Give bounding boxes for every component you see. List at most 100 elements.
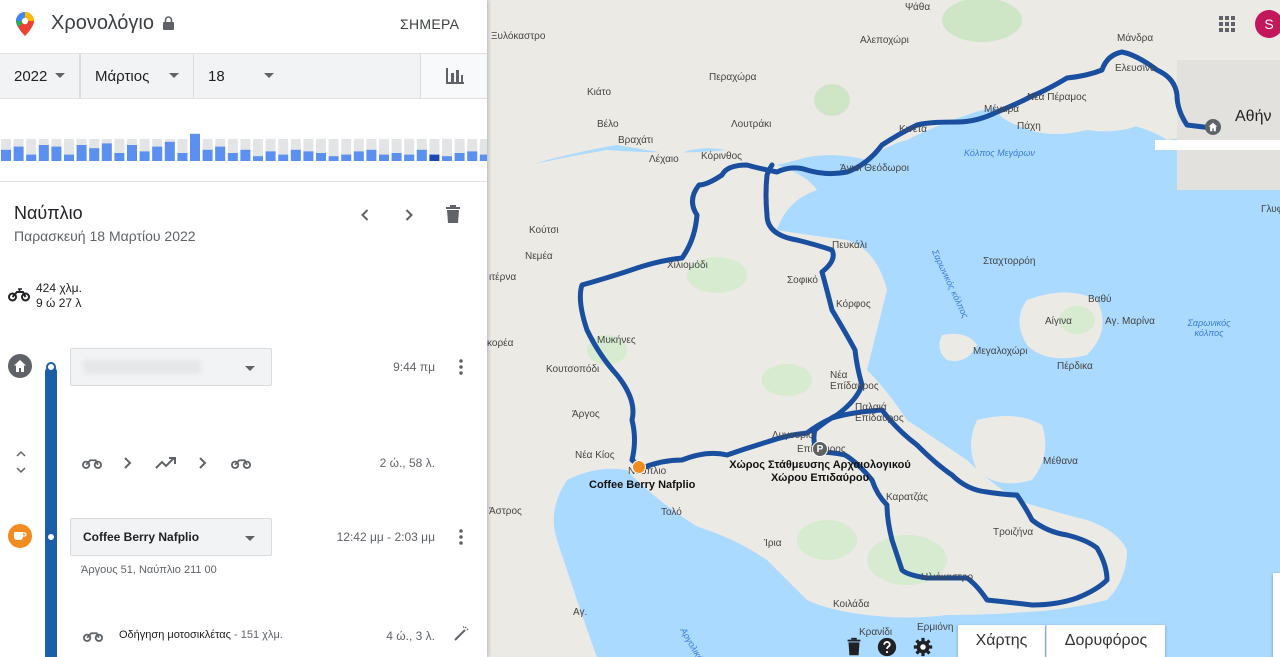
histogram-bar[interactable] [190,133,200,161]
histogram-bar[interactable] [114,153,125,161]
zoom-control[interactable] [1273,573,1280,657]
histogram-bar[interactable] [127,145,137,161]
map-label: Ίρια [764,538,782,549]
account-avatar[interactable]: S [1255,10,1280,38]
histogram-bar[interactable] [227,153,238,161]
lock-icon [163,16,174,30]
home-place-select[interactable] [70,348,272,386]
map-label: Ξυλόκαστρο [491,31,546,42]
histogram-bar[interactable] [139,151,150,161]
histogram-bar[interactable] [479,154,487,161]
header: Χρονολόγιο ΣΗΜΕΡΑ [0,0,487,52]
prev-day-button[interactable] [353,203,377,227]
today-button[interactable]: ΣΗΜΕΡΑ [400,16,459,32]
delete-day-button[interactable] [441,203,465,227]
map-label: Λουτράκι [731,119,772,130]
map-label: Βαθύ [1088,294,1112,305]
histogram-bar[interactable] [366,149,377,161]
settings-gear-icon[interactable] [912,636,934,657]
histogram-bar[interactable] [164,141,175,161]
map-parking-marker[interactable]: P [812,441,828,457]
summary-duration: 9 ώ 27 λ [36,296,82,310]
histogram-bar[interactable] [89,148,100,161]
delete-icon[interactable] [843,636,865,657]
day-select[interactable]: 18 [194,54,288,98]
map-label: Αλεποχώρι [860,35,909,46]
histogram-bar[interactable] [316,153,326,161]
histogram-bar[interactable] [240,149,251,161]
histogram-bar[interactable] [51,146,62,161]
histogram-bar[interactable] [202,149,213,161]
histogram-bars [1,133,487,161]
histogram-bar[interactable] [442,156,452,161]
map-label: Βραχάτι [618,135,654,146]
edit-magic-icon[interactable] [453,626,469,642]
map-label: Νέα Πέραμος [1027,92,1087,103]
histogram-bar[interactable] [328,156,339,161]
map-label: κορέα [487,338,514,349]
chevron-right-icon [124,457,132,469]
histogram-bar[interactable] [101,143,112,161]
coffee-icon [14,532,27,540]
poi-parking-label[interactable]: Χώρος Στάθμευσης Αρχαιολογικού Χώρου Επι… [727,459,913,485]
histogram-bar[interactable] [454,153,465,161]
cafe-place-select[interactable]: Coffee Berry Nafplio [70,518,272,556]
apps-grid-icon[interactable] [1219,16,1235,32]
histogram-bar[interactable] [341,154,352,161]
day-place: Ναύπλιο [14,203,83,223]
histogram-bar[interactable] [177,153,188,161]
chevron-down-icon [245,536,255,541]
map-cafe-marker[interactable] [632,460,646,474]
avatar-letter: S [1264,16,1274,32]
poi-cafe-label[interactable]: Coffee Berry Nafplio [589,479,695,491]
map-label: Νεμέα [525,251,553,262]
histogram-bar[interactable] [391,153,402,161]
more-options-icon[interactable] [451,357,471,377]
satellite-type-button[interactable]: Δορυφόρος [1046,625,1165,657]
histogram-bar[interactable] [290,149,301,161]
year-select[interactable]: 2022 [0,54,80,98]
map-view[interactable]: Ψάθα Μάνδρα Αλεποχώρι Ξυλόκαστρο Ελευσίν… [487,0,1280,657]
map-label: Γλυφ [1261,204,1280,215]
histogram-bar[interactable] [215,146,226,161]
activity-label: Οδήγηση μοτοσικλέτας [119,629,231,641]
map-home-marker[interactable] [1205,119,1221,135]
histogram-bar[interactable] [253,156,263,161]
activity-row[interactable]: Οδήγηση μοτοσικλέτας - 151 χλμ. [119,629,283,641]
histogram-bar[interactable] [429,154,440,161]
map-label: Κιάτο [587,87,612,98]
activity-histogram[interactable] [0,100,487,182]
histogram-bar[interactable] [38,145,49,161]
expand-segment-icon[interactable] [14,449,28,475]
histogram-bar[interactable] [416,149,427,161]
histogram-bar[interactable] [26,154,37,161]
histogram-bar[interactable] [64,154,74,161]
map-label: Μέγαρα [984,104,1020,115]
histogram-bar[interactable] [13,146,24,161]
histogram-bar[interactable] [303,151,314,161]
next-day-button[interactable] [397,203,421,227]
map-label: Μάνδρα [1117,33,1154,44]
map-label: Βέλο [597,119,619,130]
month-select[interactable]: Μάρτιος [80,54,194,98]
map-type-button[interactable]: Χάρτης [958,625,1045,657]
map-label: Άστρος [489,506,522,517]
histogram-bar[interactable] [76,145,87,161]
histogram-bar[interactable] [379,154,389,161]
map-label: Σταχτορρόη [983,256,1036,267]
help-icon[interactable] [876,636,898,657]
more-options-icon[interactable] [451,527,471,547]
histogram-bar[interactable] [265,151,276,161]
histogram-bar[interactable] [1,149,11,161]
map-label: Πάχη [1017,121,1041,132]
map-label: Καρατζάς [886,492,928,503]
stats-button[interactable] [420,54,487,98]
histogram-bar[interactable] [278,154,289,161]
histogram-bar[interactable] [467,151,478,161]
parking-icon: P [816,443,824,455]
summary-distance: 424 χλμ. [36,281,82,295]
page-title: Χρονολόγιο [51,12,154,34]
histogram-bar[interactable] [353,151,364,161]
histogram-bar[interactable] [152,146,163,161]
histogram-bar[interactable] [404,154,415,161]
